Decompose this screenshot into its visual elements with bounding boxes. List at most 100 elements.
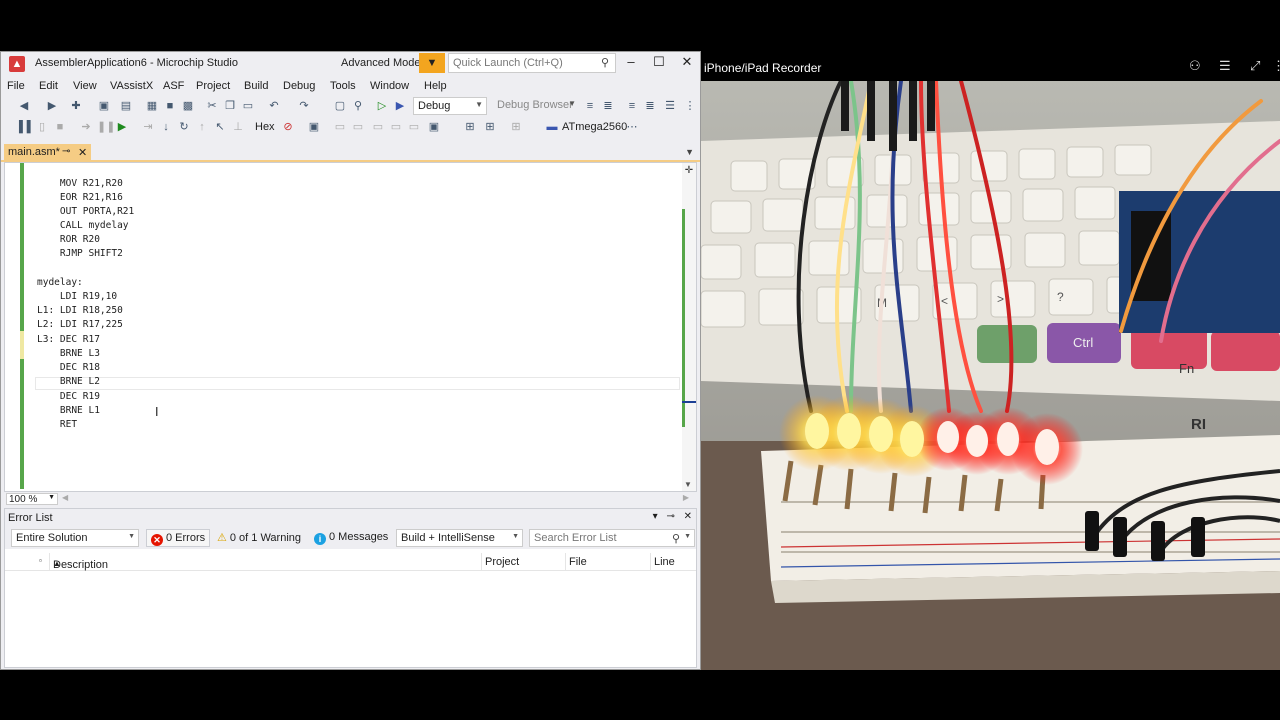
copy-icon[interactable]: ❐ bbox=[223, 99, 237, 113]
menu-file[interactable]: File bbox=[7, 80, 25, 92]
panel-controls[interactable]: ▾ ⊸ ✕ bbox=[653, 511, 692, 522]
indent-icon[interactable]: ≡ bbox=[583, 99, 597, 113]
show-next-icon[interactable]: ➔ bbox=[79, 120, 93, 134]
locals-icon[interactable]: ▭ bbox=[407, 120, 421, 134]
windows-icon[interactable]: ▣ bbox=[307, 120, 321, 134]
menu-view[interactable]: View bbox=[73, 80, 97, 92]
more-icon[interactable]: ⋮ bbox=[1272, 58, 1280, 74]
new-project-icon[interactable]: ✚ bbox=[69, 99, 83, 113]
cut-icon[interactable]: ✂ bbox=[205, 99, 219, 113]
step-over-icon[interactable]: ↻ bbox=[177, 120, 191, 134]
stop-icon[interactable]: ■ bbox=[53, 120, 67, 134]
menu-help[interactable]: Help bbox=[424, 80, 447, 92]
scroll-down-icon[interactable]: ▼ bbox=[684, 480, 692, 489]
filter-icon[interactable]: ▼ bbox=[419, 53, 445, 73]
source-select[interactable]: Build + IntelliSense ▼ bbox=[396, 529, 523, 547]
list-icon[interactable]: ☰ bbox=[663, 99, 677, 113]
user-icon[interactable]: ⚇ bbox=[1189, 58, 1201, 74]
scope-value: Entire Solution bbox=[16, 532, 88, 544]
menu-list-icon[interactable]: ☰ bbox=[1219, 58, 1231, 74]
debug-browser-select[interactable]: Debug Browser ▼ bbox=[493, 97, 579, 115]
set-next-icon[interactable]: ⊥ bbox=[231, 120, 245, 134]
error-list-panel: Error List ▾ ⊸ ✕ Entire Solution ▼ ✕ 0 Er… bbox=[4, 508, 697, 668]
device-name[interactable]: ATmega2560 bbox=[562, 121, 627, 133]
solution-icon[interactable]: ▢ bbox=[333, 99, 347, 113]
menu-debug[interactable]: Debug bbox=[283, 80, 315, 92]
minimize-icon[interactable]: – bbox=[621, 54, 641, 69]
open-icon[interactable]: ▤ bbox=[119, 99, 133, 113]
comment-icon[interactable]: ≡ bbox=[625, 99, 639, 113]
menu-build[interactable]: Build bbox=[244, 80, 268, 92]
close-icon[interactable]: ✕ bbox=[677, 54, 697, 70]
back-icon[interactable]: ◀ bbox=[17, 99, 31, 113]
redo-icon[interactable]: ↷ bbox=[297, 99, 311, 113]
warnings-filter-button[interactable]: ⚠ 0 of 1 Warning bbox=[213, 529, 305, 547]
configuration-select[interactable]: Debug ▼ bbox=[413, 97, 487, 115]
error-search-input[interactable]: Search Error List ⚲ ▼ bbox=[529, 529, 695, 547]
menu-tools[interactable]: Tools bbox=[330, 80, 356, 92]
filter-icon[interactable]: ▫ bbox=[39, 556, 42, 565]
menu-vassistx[interactable]: VAssistX bbox=[110, 80, 153, 92]
tab-main-asm[interactable]: main.asm* ⊸ ✕ bbox=[4, 144, 91, 162]
advanced-mode-label[interactable]: Advanced Mode bbox=[341, 57, 421, 69]
tool-icon[interactable]: ⊞ bbox=[509, 120, 523, 134]
tool-settings-icon[interactable]: ⋯ bbox=[625, 120, 639, 134]
io-view-icon[interactable]: ▣ bbox=[427, 120, 441, 134]
open-folder-icon[interactable]: ▦ bbox=[145, 99, 159, 113]
options-icon[interactable]: ⋮ bbox=[683, 99, 697, 113]
breakpoints-icon[interactable]: ▭ bbox=[333, 120, 347, 134]
memory-icon[interactable]: ▭ bbox=[351, 120, 365, 134]
hex-toggle[interactable]: Hex bbox=[255, 121, 275, 133]
scope-select[interactable]: Entire Solution ▼ bbox=[11, 529, 139, 547]
search-icon[interactable]: ⚲ bbox=[601, 56, 609, 69]
chip-icon[interactable]: ⊞ bbox=[483, 120, 497, 134]
split-icon[interactable]: ✛ bbox=[683, 165, 695, 177]
column-file[interactable]: File bbox=[569, 556, 587, 568]
pause-icon[interactable]: ❚❚ bbox=[97, 120, 115, 134]
run-to-cursor-icon[interactable]: ↖ bbox=[213, 120, 227, 134]
add-item-icon[interactable]: ▣ bbox=[97, 99, 111, 113]
uncomment-icon[interactable]: ≣ bbox=[643, 99, 657, 113]
expand-icon[interactable]: ⤢ bbox=[1250, 58, 1260, 74]
chevron-down-icon[interactable]: ▼ bbox=[685, 147, 694, 157]
pin-icon[interactable]: ⊸ bbox=[62, 146, 70, 157]
device-programming-icon[interactable]: ⊞ bbox=[463, 120, 477, 134]
quick-launch-input[interactable]: Quick Launch (Ctrl+Q) bbox=[448, 53, 616, 73]
watch-icon[interactable]: ▭ bbox=[389, 120, 403, 134]
menu-asf[interactable]: ASF bbox=[163, 80, 184, 92]
scroll-left-icon[interactable]: ◀ bbox=[62, 493, 68, 502]
editor-scrollbar[interactable]: ✛ ▼ bbox=[682, 163, 696, 491]
step-over-icon[interactable]: ⇥ bbox=[141, 120, 155, 134]
undo-icon[interactable]: ↶ bbox=[267, 99, 281, 113]
zoom-select[interactable]: 100 % ▼ bbox=[6, 493, 58, 505]
disassembly-icon[interactable]: ⊘ bbox=[281, 120, 295, 134]
forward-icon[interactable]: ▶ bbox=[45, 99, 59, 113]
step-icon[interactable]: ▶ bbox=[393, 99, 407, 113]
maximize-icon[interactable]: ☐ bbox=[649, 54, 669, 70]
errors-filter-button[interactable]: ✕ 0 Errors bbox=[146, 529, 211, 547]
outdent-icon[interactable]: ≣ bbox=[601, 99, 615, 113]
code-line: MOV R21,R20 bbox=[37, 178, 123, 189]
step-into-icon[interactable]: ↓ bbox=[159, 120, 173, 134]
save-icon[interactable]: ■ bbox=[163, 99, 177, 113]
column-line[interactable]: Line bbox=[654, 556, 675, 568]
step-out-icon[interactable]: ↑ bbox=[195, 120, 209, 134]
break-all-icon[interactable]: ▐▐ bbox=[15, 120, 31, 134]
zoom-icon[interactable]: ⚲ bbox=[351, 99, 365, 113]
errors-count: 0 Errors bbox=[166, 532, 206, 544]
column-project[interactable]: Project bbox=[485, 556, 519, 568]
paste-icon[interactable]: ▭ bbox=[241, 99, 255, 113]
menu-project[interactable]: Project bbox=[196, 80, 230, 92]
scroll-right-icon[interactable]: ▶ bbox=[683, 493, 689, 502]
menu-edit[interactable]: Edit bbox=[39, 80, 58, 92]
device-icon[interactable]: ▬ bbox=[545, 120, 559, 134]
start-without-debug-icon[interactable]: ▷ bbox=[375, 99, 389, 113]
save-all-icon[interactable]: ▩ bbox=[181, 99, 195, 113]
registers-icon[interactable]: ▭ bbox=[371, 120, 385, 134]
messages-filter-button[interactable]: i0 Messages bbox=[310, 529, 392, 547]
continue-icon[interactable]: ▶ bbox=[115, 120, 129, 134]
code-editor[interactable]: MOV R21,R20 EOR R21,R16 OUT PORTA,R21 CA… bbox=[4, 162, 697, 492]
attach-icon[interactable]: ▯ bbox=[35, 120, 49, 134]
close-icon[interactable]: ✕ bbox=[78, 146, 87, 159]
menu-window[interactable]: Window bbox=[370, 80, 409, 92]
